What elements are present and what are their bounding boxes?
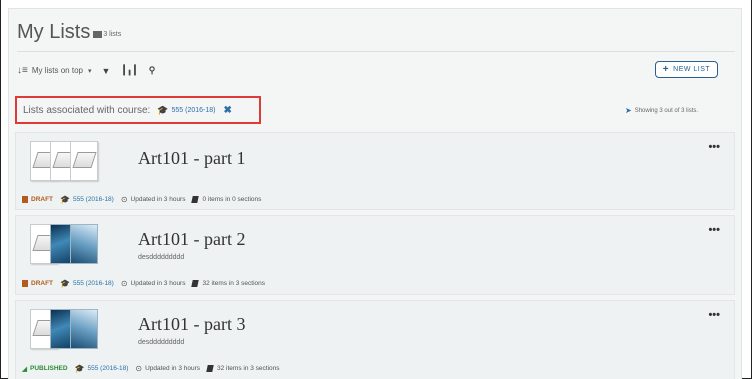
chevron-down-icon[interactable]: ▾ xyxy=(88,67,92,75)
list-title[interactable]: Art101 - part 2 xyxy=(138,229,245,250)
list-card[interactable]: Art101 - part 1 ••• DRAFT 🎓 555 (2016-18… xyxy=(15,132,735,210)
clock-icon: ⊙ xyxy=(120,195,128,204)
course-link[interactable]: 555 (2016-18) xyxy=(88,365,129,372)
book-icon xyxy=(191,196,200,203)
graduation-cap-icon: 🎓 xyxy=(74,364,85,373)
showing-text: Showing 3 out of 3 lists. xyxy=(634,107,699,114)
clock-icon: ⊙ xyxy=(135,364,143,373)
list-thumbnails xyxy=(24,141,110,189)
items-count: 32 items in 3 sections xyxy=(217,365,280,372)
new-list-label: NEW LIST xyxy=(673,66,711,73)
header-divider xyxy=(17,51,735,52)
status-badge: DRAFT xyxy=(22,280,53,287)
sort-icon[interactable]: ↓≡ xyxy=(17,65,28,76)
list-meta: DRAFT 🎓 555 (2016-18) ⊙ Updated in 3 hou… xyxy=(22,195,261,204)
list-description: desddddddddd xyxy=(138,339,185,346)
list-meta: ◢ PUBLISHED 🎓 555 (2016-18) ⊙ Updated in … xyxy=(22,364,280,373)
new-list-button[interactable]: + NEW LIST xyxy=(655,61,718,78)
items-count: 0 items in 0 sections xyxy=(202,196,262,203)
list-meta: DRAFT 🎓 555 (2016-18) ⊙ Updated in 3 hou… xyxy=(22,279,265,288)
more-options-icon[interactable]: ••• xyxy=(708,224,720,236)
page-title: My Lists xyxy=(17,21,91,43)
draft-icon xyxy=(22,196,28,203)
published-icon: ◢ xyxy=(22,365,27,373)
list-thumbnails xyxy=(24,224,110,272)
plus-icon: + xyxy=(662,64,670,75)
list-card[interactable]: Art101 - part 2 desddddddddd ••• DRAFT 🎓… xyxy=(15,215,735,295)
course-filter-label: Lists associated with course: xyxy=(23,104,151,116)
more-options-icon[interactable]: ••• xyxy=(708,141,720,153)
course-link[interactable]: 555 (2016-18) xyxy=(73,280,114,287)
status-badge: DRAFT xyxy=(22,196,53,203)
graduation-cap-icon: 🎓 xyxy=(60,195,70,204)
cover-image xyxy=(70,309,98,349)
list-icon xyxy=(93,31,103,38)
book-placeholder-icon xyxy=(72,152,97,168)
updated-text: Updated in 3 hours xyxy=(130,196,186,203)
list-title[interactable]: Art101 - part 3 xyxy=(138,314,245,335)
clock-icon: ⊙ xyxy=(120,279,128,288)
course-link[interactable]: 555 (2016-18) xyxy=(73,196,114,203)
showing-count: ➤ Showing 3 out of 3 lists. xyxy=(625,106,698,115)
updated-text: Updated in 3 hours xyxy=(145,365,201,372)
graduation-cap-icon: 🎓 xyxy=(157,104,169,115)
more-options-icon[interactable]: ••• xyxy=(708,309,720,321)
list-card[interactable]: Art101 - part 3 desddddddddd ••• ◢ PUBLIS… xyxy=(15,300,735,379)
page-header: My Lists 3 lists xyxy=(17,21,121,43)
updated-text: Updated in 3 hours xyxy=(130,280,186,287)
filter-icon[interactable]: ▼ xyxy=(102,66,111,76)
sort-dropdown-label[interactable]: My lists on top xyxy=(32,66,83,75)
draft-icon xyxy=(22,280,28,287)
course-filter: Lists associated with course: 🎓 555 (201… xyxy=(15,96,261,124)
status-badge: ◢ PUBLISHED xyxy=(22,365,68,373)
course-code-link[interactable]: 555 (2016-18) xyxy=(172,107,216,114)
items-count: 32 items in 3 sections xyxy=(202,280,265,287)
list-count: 3 lists xyxy=(103,31,122,38)
my-lists-panel: My Lists 3 lists ↓≡ My lists on top ▾ ▼ … xyxy=(8,8,742,379)
book-icon xyxy=(191,280,200,287)
list-thumbnails xyxy=(24,309,110,357)
flag-icon: ➤ xyxy=(625,106,632,115)
thumbnail xyxy=(70,141,98,181)
list-description: desddddddddd xyxy=(138,254,185,261)
toolbar: ↓≡ My lists on top ▾ ▼ ┃╻┃ ⚲ xyxy=(17,65,166,76)
close-icon[interactable]: ✖ xyxy=(223,105,231,116)
book-icon xyxy=(206,365,214,372)
graduation-cap-icon: 🎓 xyxy=(60,279,70,288)
list-title[interactable]: Art101 - part 1 xyxy=(138,148,245,169)
chart-icon[interactable]: ┃╻┃ xyxy=(121,65,137,76)
search-icon[interactable]: ⚲ xyxy=(149,65,156,76)
cover-image xyxy=(70,224,98,264)
